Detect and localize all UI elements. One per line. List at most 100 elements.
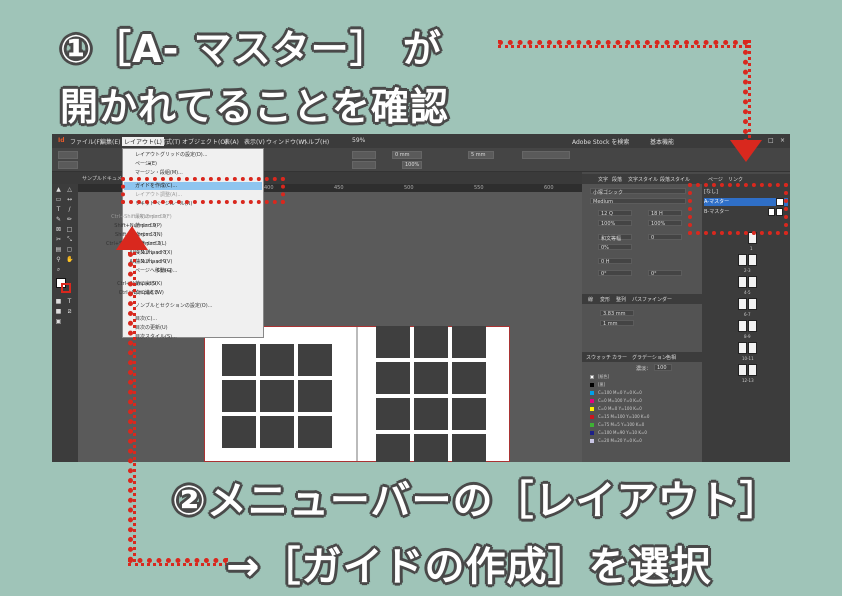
rectangle-tool-icon[interactable]: □ — [66, 226, 73, 233]
tab-align[interactable]: 整列 — [616, 296, 626, 303]
note-tool-icon[interactable]: ▢ — [66, 246, 73, 253]
menu-edit[interactable]: 編集(E) — [100, 137, 120, 146]
grid-frame[interactable] — [452, 434, 486, 462]
apply-none-icon[interactable]: ⧄ — [66, 308, 73, 315]
grid-frame[interactable] — [414, 434, 448, 462]
stroke-value[interactable]: 0 mm — [392, 151, 422, 159]
frame-tool-icon[interactable]: ⊠ — [55, 226, 62, 233]
swatch-row[interactable]: C=75 M=5 Y=100 K=0 — [584, 422, 694, 429]
font-family-field[interactable]: 小塚ゴシック — [590, 188, 686, 196]
tab-character-styles[interactable]: 文字スタイル — [628, 176, 658, 183]
stroke-type-field[interactable] — [352, 161, 376, 169]
font-style-field[interactable]: Medium — [590, 198, 686, 205]
page-thumb[interactable] — [738, 320, 747, 332]
grid-frame[interactable] — [260, 380, 294, 412]
page-thumb[interactable] — [738, 364, 747, 376]
stroke-height-field[interactable]: 1 mm — [600, 320, 634, 327]
menu-item[interactable]: 次スプレッド(X) Alt+Numpad 3 — [129, 249, 172, 257]
swatch-row[interactable]: C=0 M=0 Y=100 K=0 — [584, 406, 694, 413]
menu-item[interactable]: 次に進む(W) Ctrl+Numpad 3 — [119, 289, 164, 297]
grid-frame[interactable] — [222, 416, 256, 448]
stroke-width-field[interactable]: 3.83 mm — [600, 310, 634, 317]
tsume-field[interactable]: 0% — [598, 244, 632, 251]
adobe-stock-search[interactable]: Adobe Stock を検索 — [572, 137, 629, 146]
kerning-field[interactable]: 和文等幅 — [598, 234, 632, 242]
menu-type[interactable]: 書式(T) — [160, 137, 180, 146]
direct-selection-tool-icon[interactable]: △ — [66, 186, 73, 193]
stroke-swatch[interactable] — [61, 283, 71, 293]
grid-frame[interactable] — [376, 398, 410, 430]
gap-field[interactable]: 5 mm — [468, 151, 494, 159]
page-thumb[interactable] — [748, 276, 757, 288]
grid-frame[interactable] — [298, 416, 332, 448]
vertical-scale-field[interactable]: 100% — [598, 220, 632, 227]
grid-frame[interactable] — [414, 362, 448, 394]
eyedropper-tool-icon[interactable]: ⚲ — [55, 256, 62, 263]
swatch-row[interactable]: [紙色] — [584, 374, 694, 381]
gap-tool-icon[interactable]: ↔ — [66, 196, 73, 203]
page-thumb[interactable] — [738, 254, 747, 266]
close-icon[interactable]: × — [780, 137, 785, 144]
page-thumb[interactable] — [748, 298, 757, 310]
swatch-row[interactable]: C=20 M=20 Y=0 K=0 — [584, 438, 694, 445]
maximize-icon[interactable]: □ — [768, 137, 774, 144]
opacity-field[interactable]: 100% — [402, 161, 422, 169]
object-style-select[interactable] — [522, 151, 570, 159]
pen-tool-icon[interactable]: ✎ — [55, 216, 62, 223]
stroke-weight-field[interactable] — [352, 151, 376, 159]
page-thumb[interactable] — [748, 254, 757, 266]
page-thumb[interactable] — [748, 320, 757, 332]
swatch-row[interactable]: C=15 M=100 Y=100 K=0 — [584, 414, 694, 421]
tint-field[interactable]: 100 — [654, 364, 672, 371]
grid-frame[interactable] — [376, 434, 410, 462]
font-size-field[interactable]: 12 Q — [598, 210, 632, 217]
menu-view[interactable]: 表示(V) — [244, 137, 265, 146]
grid-frame[interactable] — [414, 326, 448, 358]
menu-item[interactable]: ノンブルとセクションの設定(O)... — [135, 302, 212, 310]
grid-frame[interactable] — [222, 380, 256, 412]
menu-table[interactable]: 表(A) — [224, 137, 239, 146]
menu-layout[interactable]: レイアウト(L) — [122, 137, 165, 146]
page-thumb[interactable] — [738, 298, 747, 310]
grid-frame[interactable] — [260, 344, 294, 376]
tab-stroke[interactable]: 線 — [588, 296, 593, 303]
transform-tool-icon[interactable]: ⤡ — [66, 236, 73, 243]
menu-item[interactable]: 最初のページ(F) Ctrl+Shift+Numpad 9 — [111, 213, 172, 221]
scissors-tool-icon[interactable]: ✂ — [55, 236, 62, 243]
hand-tool-icon[interactable]: ✋ — [66, 256, 73, 263]
tab-character[interactable]: 文字 — [598, 176, 608, 183]
swatch-row[interactable]: C=100 M=90 Y=10 K=0 — [584, 430, 694, 437]
tracking-field[interactable]: 0 — [648, 234, 682, 241]
grid-frame[interactable] — [452, 398, 486, 430]
swatch-row[interactable]: [黒] — [584, 382, 694, 389]
baseline-shift-field[interactable]: 0 H — [598, 258, 632, 265]
pencil-tool-icon[interactable]: ✏ — [66, 216, 73, 223]
selection-tool-icon[interactable]: ▲ — [55, 186, 62, 193]
grid-frame[interactable] — [298, 344, 332, 376]
y-coord-field[interactable] — [58, 161, 78, 169]
menu-item[interactable]: 前に戻る(K) Ctrl+Numpad 9 — [117, 280, 162, 288]
menu-window[interactable]: ウィンドウ(W) — [266, 137, 307, 146]
formatting-container-icon[interactable]: ■ — [55, 298, 62, 305]
menu-help[interactable]: ヘルプ(H) — [302, 137, 329, 146]
workspace-switcher[interactable]: 基本機能 — [650, 137, 674, 146]
tab-transform[interactable]: 変形 — [600, 296, 610, 303]
page-thumb[interactable] — [738, 342, 747, 354]
page-thumb[interactable] — [748, 342, 757, 354]
grid-frame[interactable] — [452, 362, 486, 394]
menu-item[interactable]: 目次(C)... — [135, 315, 157, 323]
rotation-field[interactable]: 0° — [598, 270, 632, 277]
ref-point-selector[interactable] — [58, 151, 78, 159]
tab-swatches[interactable]: スウォッチ — [586, 354, 611, 361]
page-thumb[interactable] — [738, 276, 747, 288]
grid-frame[interactable] — [298, 380, 332, 412]
leading-field[interactable]: 18 H — [648, 210, 682, 217]
grid-frame[interactable] — [414, 398, 448, 430]
grid-frame[interactable] — [260, 416, 294, 448]
tab-color[interactable]: カラー — [612, 354, 627, 361]
menu-item[interactable]: マージン・段組(M)... — [135, 169, 183, 177]
screen-mode-icon[interactable]: ▣ — [55, 318, 62, 325]
skew-field[interactable]: 0° — [648, 270, 682, 277]
page-tool-icon[interactable]: ▭ — [55, 196, 62, 203]
menu-item[interactable]: 目次スタイル(S)... — [135, 333, 177, 341]
